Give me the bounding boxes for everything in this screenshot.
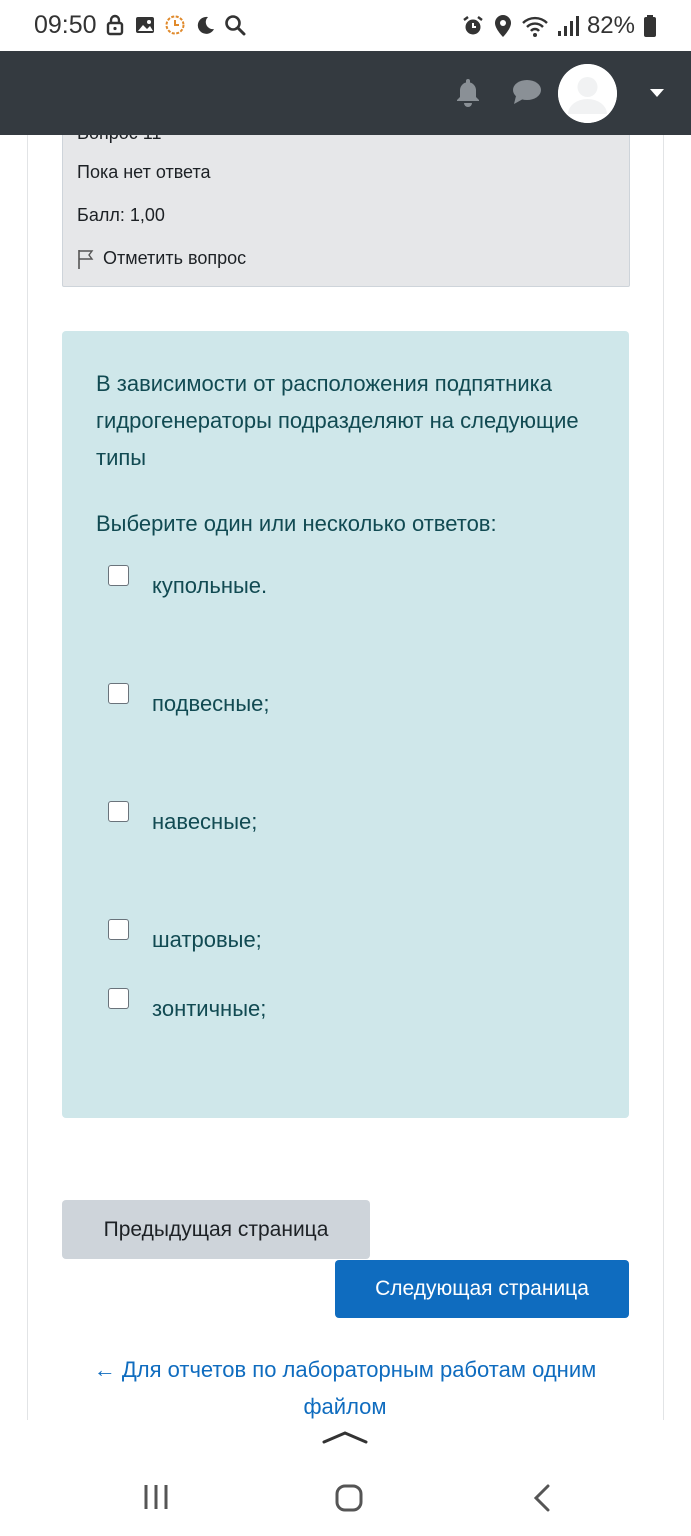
- question-info: Вопрос 11 Пока нет ответа Балл: 1,00 Отм…: [62, 120, 630, 287]
- status-icons-right: 82%: [461, 12, 657, 40]
- answer-label[interactable]: шатровые;: [152, 927, 262, 953]
- moon-icon: [194, 14, 216, 36]
- page-border-right: [663, 135, 664, 1420]
- question-text: В зависимости от расположения подпятника…: [96, 371, 579, 470]
- answer-checkbox[interactable]: [108, 919, 129, 940]
- location-icon: [494, 15, 511, 37]
- answer-checkbox[interactable]: [108, 988, 129, 1009]
- previous-page-button[interactable]: Предыдущая страница: [62, 1200, 370, 1259]
- answer-label[interactable]: подвесные;: [152, 691, 270, 717]
- flag-question-link[interactable]: Отметить вопрос: [77, 248, 246, 269]
- answer-checkbox[interactable]: [108, 565, 129, 586]
- battery-percent: 82%: [586, 12, 635, 39]
- answer-option[interactable]: навесные;: [108, 801, 257, 835]
- page-border-left: [27, 135, 28, 1420]
- chat-icon[interactable]: [512, 79, 542, 105]
- lock-icon: [104, 14, 126, 36]
- question-box: В зависимости от расположения подпятника…: [62, 331, 629, 1118]
- search-icon: [224, 14, 246, 36]
- signal-icon: [557, 16, 579, 36]
- avatar[interactable]: [558, 64, 617, 123]
- status-bar: 09:50 82%: [0, 0, 691, 51]
- bell-icon[interactable]: [454, 77, 482, 107]
- back-to-activity-link[interactable]: ← Для отчетов по лабораторным работам од…: [90, 1351, 600, 1425]
- recent-apps-icon[interactable]: [143, 1484, 169, 1510]
- answer-option[interactable]: зонтичные;: [108, 988, 266, 1022]
- back-icon[interactable]: [532, 1484, 552, 1512]
- answer-label[interactable]: зонтичные;: [152, 996, 266, 1022]
- image-icon: [134, 14, 156, 36]
- question-state: Пока нет ответа: [77, 162, 211, 182]
- top-navbar: [0, 51, 691, 135]
- battery-icon: [644, 15, 656, 37]
- question-prompt: Выберите один или несколько ответов:: [96, 511, 497, 536]
- answer-label[interactable]: навесные;: [152, 809, 257, 835]
- system-navigation-bar: [0, 1420, 691, 1536]
- question-grade: Балл: 1,00: [77, 205, 165, 225]
- flag-question-label: Отметить вопрос: [103, 248, 247, 268]
- answer-option[interactable]: шатровые;: [108, 919, 262, 953]
- status-time: 09:50: [34, 11, 97, 39]
- answer-checkbox[interactable]: [108, 801, 129, 822]
- chevron-up-icon[interactable]: [322, 1430, 368, 1444]
- status-icons-left: [104, 14, 246, 36]
- answer-label[interactable]: купольные.: [152, 573, 267, 599]
- home-icon[interactable]: [335, 1484, 363, 1512]
- wifi-icon: [522, 16, 548, 37]
- next-page-button[interactable]: Следующая страница: [335, 1260, 629, 1318]
- answer-checkbox[interactable]: [108, 683, 129, 704]
- answer-option[interactable]: подвесные;: [108, 683, 270, 717]
- flag-icon: [78, 249, 94, 269]
- caret-down-icon[interactable]: [649, 88, 665, 98]
- alarm-icon: [463, 16, 483, 35]
- timer-icon: [164, 14, 186, 36]
- answer-option[interactable]: купольные.: [108, 565, 267, 599]
